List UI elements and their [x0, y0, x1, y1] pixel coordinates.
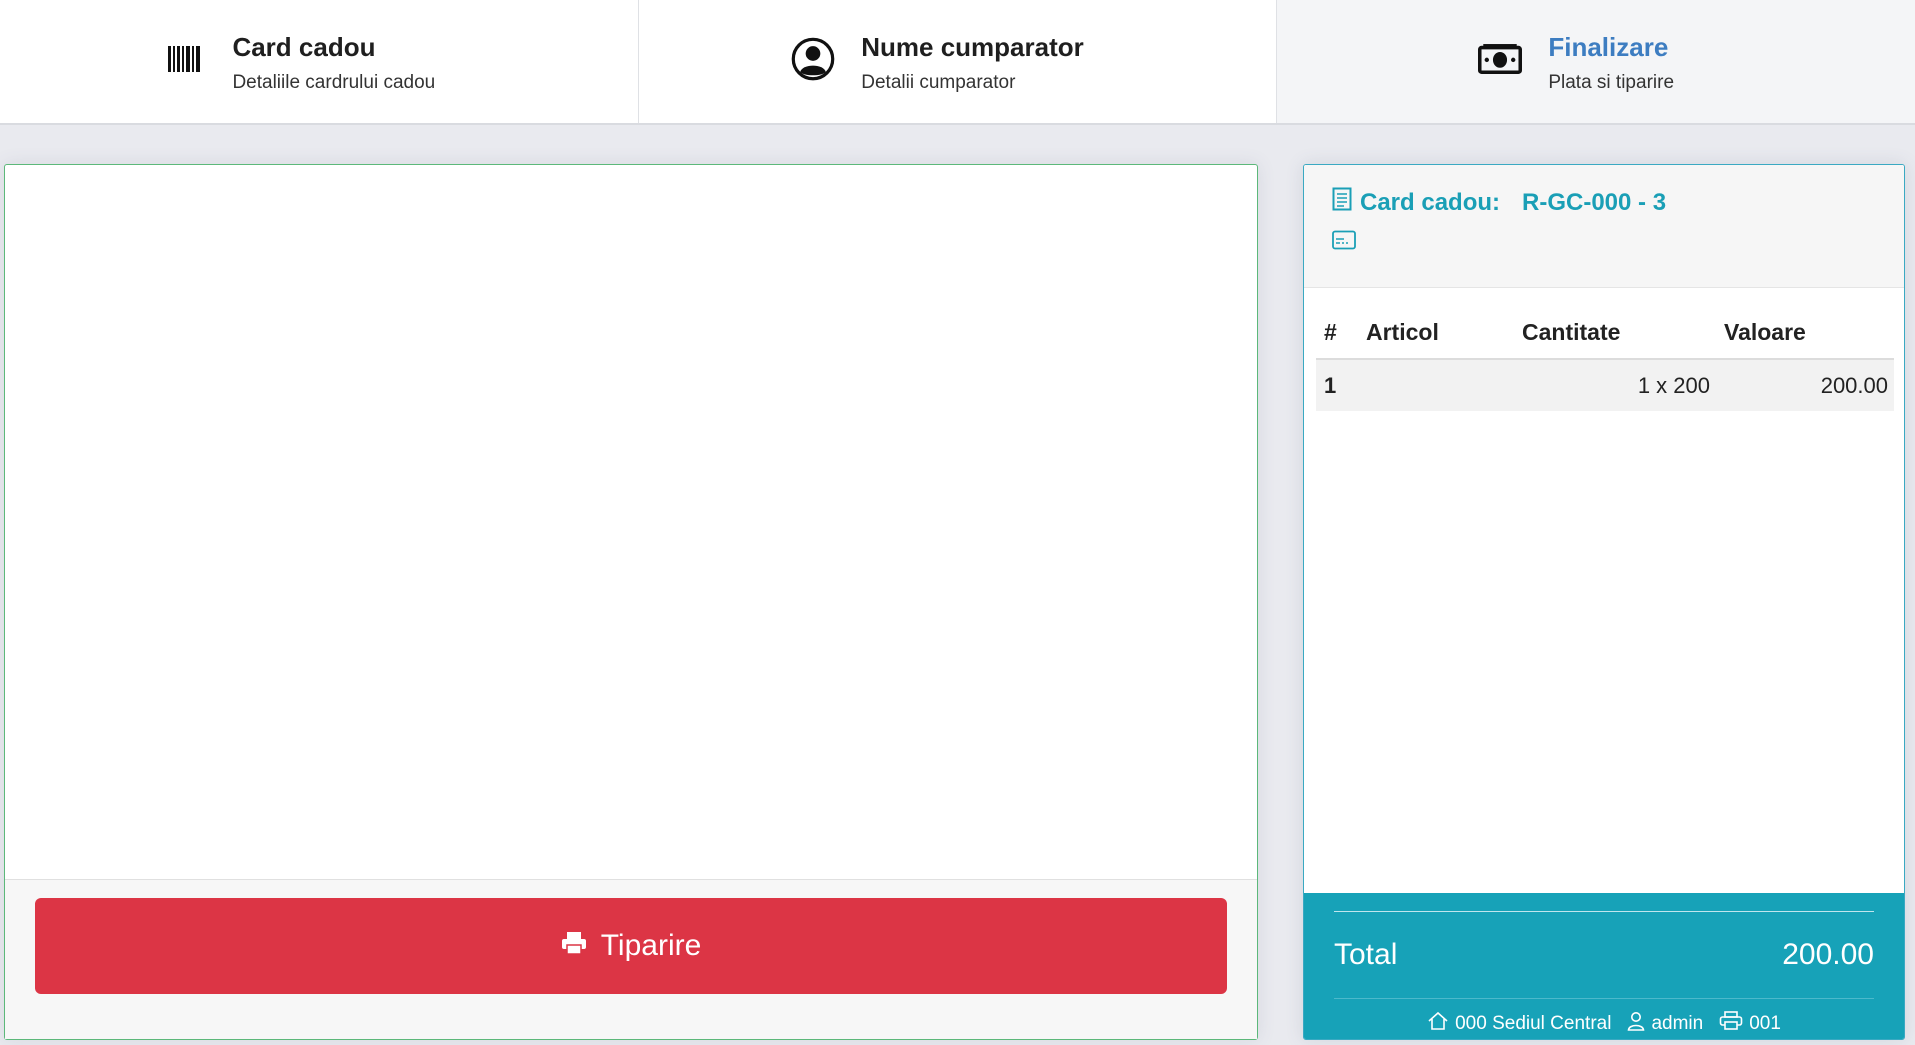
wizard-stepper: Card cadou Detaliile cardrului cadou Num… [0, 0, 1915, 125]
step-subtitle: Detalii cumparator [861, 71, 1016, 93]
print-button[interactable]: Tiparire [35, 898, 1227, 994]
printer-info: 001 [1719, 1011, 1781, 1037]
home-icon [1427, 1011, 1449, 1037]
step-title: Finalizare [1548, 31, 1669, 62]
receipt-title: Card cadou: R-GC-000 - 3 [1332, 187, 1876, 218]
receipt-footer: Total 200.00 000 Sediul Central admin 00… [1304, 893, 1904, 1039]
receipt-icon [1332, 187, 1352, 218]
column-header-value: Valoare [1724, 306, 1894, 360]
step-subtitle: Detaliile cardrului cadou [232, 71, 436, 93]
table-row: 1 1 x 200 200.00 [1316, 359, 1894, 411]
step-nume-cumparator[interactable]: Nume cumparator Detalii cumparator [638, 0, 1278, 123]
step-title: Card cadou [232, 31, 376, 62]
receipt-header: Card cadou: R-GC-000 - 3 [1304, 165, 1904, 288]
step-subtitle: Plata si tiparire [1548, 71, 1675, 93]
user-circle-icon [791, 34, 835, 84]
receipt-code: R-GC-000 - 3 [1522, 188, 1667, 216]
barcode-icon [162, 34, 206, 84]
row-index: 1 [1316, 359, 1366, 411]
location-name: 000 Sediul Central [1455, 1013, 1612, 1034]
column-header-quantity: Cantitate [1522, 306, 1724, 360]
printer-icon [1719, 1011, 1743, 1037]
printer-icon [561, 929, 587, 963]
total-label: Total [1334, 938, 1398, 971]
receipt-items-table: # Articol Cantitate Valoare 1 1 x 200 20… [1316, 306, 1894, 411]
step-card-cadou[interactable]: Card cadou Detaliile cardrului cadou [0, 0, 639, 123]
user-icon [1627, 1011, 1645, 1037]
receipt-title-label: Card cadou: [1360, 188, 1501, 216]
user-name: admin [1651, 1013, 1704, 1034]
user-info: admin [1627, 1011, 1703, 1037]
print-button-label: Tiparire [600, 929, 702, 962]
receipt-panel: Card cadou: R-GC-000 - 3 # Articol Canti… [1303, 164, 1905, 1040]
row-item [1366, 359, 1522, 411]
step-title: Nume cumparator [861, 31, 1084, 62]
session-info: 000 Sediul Central admin 001 [1334, 1011, 1874, 1037]
print-preview-panel: Tiparire [4, 164, 1258, 1040]
row-quantity: 1 x 200 [1522, 359, 1724, 411]
total-value: 200.00 [1782, 938, 1874, 971]
column-header-item: Articol [1366, 306, 1522, 360]
print-actions-footer: Tiparire [5, 879, 1257, 1039]
column-header-index: # [1316, 306, 1366, 360]
money-icon [1478, 34, 1523, 84]
total-row: Total 200.00 [1334, 930, 1874, 980]
card-icon [1332, 230, 1356, 250]
row-value: 200.00 [1724, 359, 1894, 411]
printer-id: 001 [1749, 1013, 1781, 1034]
table-header-row: # Articol Cantitate Valoare [1316, 306, 1894, 360]
step-finalizare[interactable]: Finalizare Plata si tiparire [1277, 0, 1915, 123]
location-info: 000 Sediul Central [1427, 1011, 1611, 1037]
